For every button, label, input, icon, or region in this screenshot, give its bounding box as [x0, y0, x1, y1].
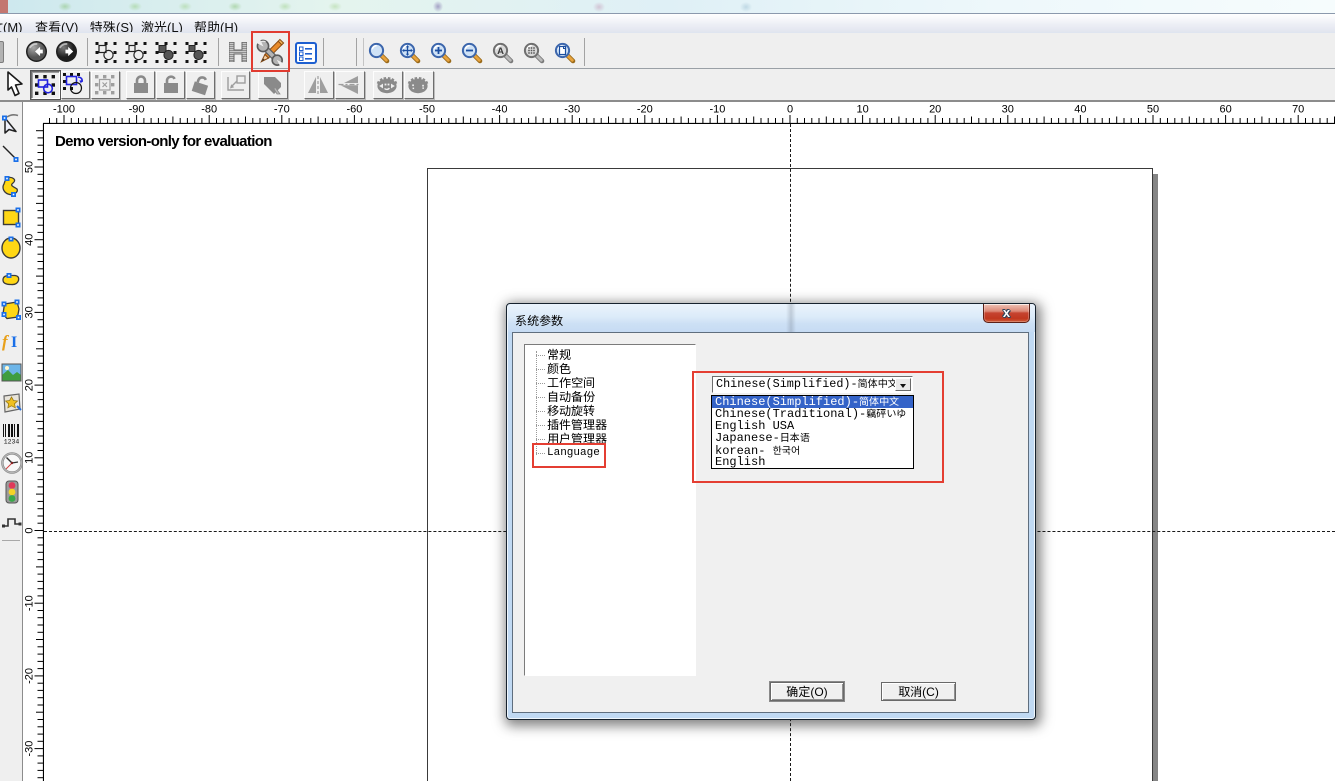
svg-text:f: f [2, 332, 10, 351]
svg-text:30: 30 [24, 306, 36, 318]
svg-text:20: 20 [24, 379, 36, 391]
svg-text:10: 10 [24, 452, 36, 464]
svg-text:20: 20 [929, 104, 941, 116]
svg-text:-80: -80 [201, 104, 217, 116]
svg-text:-60: -60 [346, 104, 362, 116]
svg-text:-30: -30 [24, 741, 36, 757]
svg-text:-10: -10 [24, 595, 36, 611]
svg-text:-90: -90 [129, 104, 145, 116]
svg-text:50: 50 [24, 161, 36, 173]
svg-text:-30: -30 [564, 104, 580, 116]
svg-text:30: 30 [1002, 104, 1014, 116]
svg-text:10: 10 [856, 104, 868, 116]
svg-text:A: A [497, 46, 504, 57]
svg-text:-100: -100 [53, 104, 75, 116]
svg-text:I: I [11, 334, 17, 351]
svg-text:-40: -40 [492, 104, 508, 116]
svg-text:60: 60 [1219, 104, 1231, 116]
svg-text:0: 0 [24, 527, 36, 533]
svg-text:-10: -10 [709, 104, 725, 116]
svg-text:1234: 1234 [4, 439, 20, 446]
svg-text:50: 50 [1147, 104, 1159, 116]
svg-text:40: 40 [1074, 104, 1086, 116]
svg-text:-70: -70 [274, 104, 290, 116]
svg-text:70: 70 [1292, 104, 1304, 116]
svg-text:40: 40 [24, 234, 36, 246]
svg-text:-20: -20 [24, 668, 36, 684]
svg-text:0: 0 [787, 104, 793, 116]
svg-text:-50: -50 [419, 104, 435, 116]
svg-text:-20: -20 [637, 104, 653, 116]
